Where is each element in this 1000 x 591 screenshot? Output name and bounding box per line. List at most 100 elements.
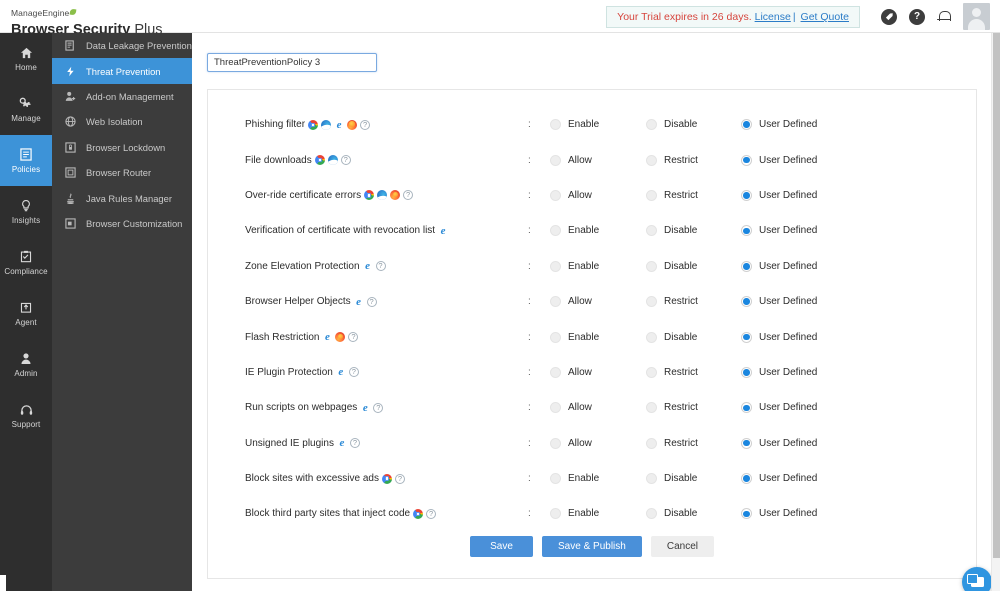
subnav-item-browser-customization[interactable]: Browser Customization (52, 211, 192, 236)
radio-option[interactable]: Allow (550, 402, 646, 414)
radio-button[interactable] (646, 473, 657, 485)
radio-option[interactable]: User Defined (741, 119, 817, 131)
radio-button[interactable] (646, 402, 657, 414)
help-tooltip-icon[interactable] (348, 367, 359, 378)
save-button[interactable]: Save (470, 536, 534, 557)
sidebar-item-admin[interactable]: Admin (0, 339, 52, 390)
radio-button[interactable] (741, 260, 752, 272)
radio-option[interactable]: Restrict (646, 366, 741, 378)
radio-button[interactable] (741, 331, 752, 343)
radio-option[interactable]: User Defined (741, 189, 817, 201)
radio-option[interactable]: Enable (550, 508, 646, 520)
help-tooltip-icon[interactable] (403, 190, 414, 201)
help-tooltip-icon[interactable] (373, 402, 384, 413)
cancel-button[interactable]: Cancel (650, 536, 714, 557)
radio-button[interactable] (646, 154, 657, 166)
radio-button[interactable] (550, 402, 561, 414)
radio-option[interactable]: Enable (550, 473, 646, 485)
help-tooltip-icon[interactable] (349, 438, 360, 449)
radio-button[interactable] (741, 119, 752, 131)
radio-button[interactable] (646, 331, 657, 343)
radio-option[interactable]: Disable (646, 331, 741, 343)
sidebar-item-home[interactable]: Home (0, 33, 52, 84)
radio-option[interactable]: Disable (646, 119, 741, 131)
radio-option[interactable]: User Defined (741, 260, 817, 272)
radio-button[interactable] (550, 225, 561, 237)
vertical-scrollbar[interactable] (991, 33, 1000, 591)
help-tooltip-icon[interactable] (394, 473, 405, 484)
radio-button[interactable] (741, 473, 752, 485)
radio-option[interactable]: User Defined (741, 366, 817, 378)
help-icon[interactable]: ? (909, 8, 925, 25)
radio-button[interactable] (550, 366, 561, 378)
radio-option[interactable]: Enable (550, 119, 646, 131)
radio-option[interactable]: Disable (646, 260, 741, 272)
bell-icon[interactable] (937, 9, 951, 25)
radio-button[interactable] (550, 260, 561, 272)
sidebar-item-insights[interactable]: Insights (0, 186, 52, 237)
radio-option[interactable]: User Defined (741, 154, 817, 166)
radio-button[interactable] (550, 189, 561, 201)
radio-option[interactable]: Restrict (646, 437, 741, 449)
license-link[interactable]: License (755, 11, 791, 23)
subnav-item-data-leakage-prevention[interactable]: Data Leakage Prevention (52, 33, 192, 58)
radio-button[interactable] (550, 473, 561, 485)
help-tooltip-icon[interactable] (348, 332, 359, 343)
chat-widget[interactable] (962, 567, 992, 591)
radio-option[interactable]: Enable (550, 225, 646, 237)
radio-button[interactable] (646, 189, 657, 201)
radio-option[interactable]: Restrict (646, 154, 741, 166)
sidebar-item-compliance[interactable]: Compliance (0, 237, 52, 288)
radio-button[interactable] (741, 154, 752, 166)
radio-option[interactable]: User Defined (741, 508, 817, 520)
radio-option[interactable]: User Defined (741, 331, 817, 343)
radio-button[interactable] (550, 154, 561, 166)
radio-option[interactable]: Allow (550, 366, 646, 378)
subnav-item-browser-router[interactable]: Browser Router (52, 160, 192, 185)
subnav-item-web-isolation[interactable]: Web Isolation (52, 109, 192, 134)
radio-option[interactable]: User Defined (741, 473, 817, 485)
radio-option[interactable]: User Defined (741, 225, 817, 237)
radio-option[interactable]: User Defined (741, 402, 817, 414)
radio-option[interactable]: Allow (550, 154, 646, 166)
radio-option[interactable]: Disable (646, 225, 741, 237)
subnav-item-add-on-management[interactable]: Add-on Management (52, 84, 192, 109)
radio-button[interactable] (646, 119, 657, 131)
help-tooltip-icon[interactable] (426, 508, 437, 519)
scrollbar-thumb[interactable] (993, 33, 1000, 558)
radio-option[interactable]: Restrict (646, 296, 741, 308)
radio-option[interactable]: Disable (646, 508, 741, 520)
radio-button[interactable] (741, 366, 752, 378)
help-tooltip-icon[interactable] (360, 119, 371, 130)
radio-button[interactable] (741, 402, 752, 414)
radio-option[interactable]: Allow (550, 437, 646, 449)
radio-button[interactable] (550, 331, 561, 343)
radio-button[interactable] (550, 119, 561, 131)
radio-button[interactable] (646, 260, 657, 272)
help-tooltip-icon[interactable] (375, 261, 386, 272)
radio-button[interactable] (741, 225, 752, 237)
sidebar-item-support[interactable]: Support (0, 390, 52, 441)
get-quote-link[interactable]: Get Quote (801, 11, 849, 23)
radio-button[interactable] (646, 437, 657, 449)
radio-button[interactable] (741, 437, 752, 449)
subnav-item-threat-prevention[interactable]: Threat Prevention (52, 58, 192, 84)
sidebar-item-manage[interactable]: Manage (0, 84, 52, 135)
subnav-item-browser-lockdown[interactable]: Browser Lockdown (52, 135, 192, 160)
help-tooltip-icon[interactable] (366, 296, 377, 307)
radio-option[interactable]: Restrict (646, 189, 741, 201)
radio-button[interactable] (741, 508, 752, 520)
radio-option[interactable]: Disable (646, 473, 741, 485)
save-and-publish-button[interactable]: Save & Publish (542, 536, 642, 557)
radio-button[interactable] (646, 366, 657, 378)
radio-button[interactable] (741, 296, 752, 308)
sidebar-item-agent[interactable]: Agent (0, 288, 52, 339)
avatar[interactable] (963, 3, 990, 30)
help-tooltip-icon[interactable] (340, 155, 351, 166)
radio-button[interactable] (646, 296, 657, 308)
radio-button[interactable] (646, 508, 657, 520)
policy-name-input[interactable] (207, 53, 377, 72)
radio-button[interactable] (550, 508, 561, 520)
tag-icon[interactable] (881, 8, 897, 25)
radio-option[interactable]: Allow (550, 296, 646, 308)
